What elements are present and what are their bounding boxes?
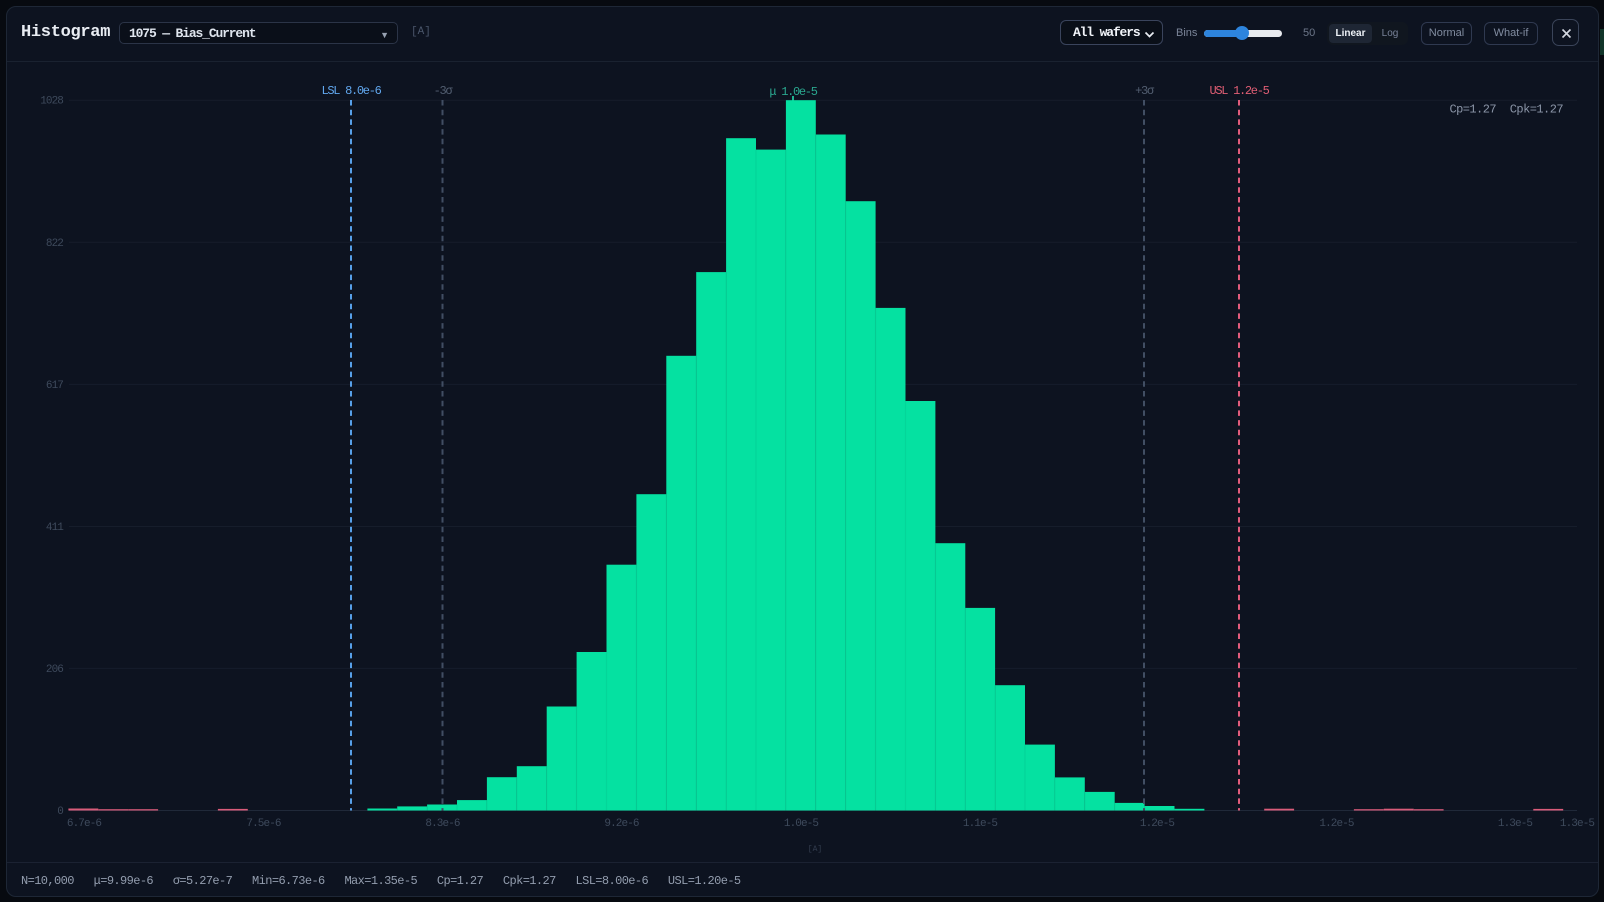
svg-text:μ 1.0e-5: μ 1.0e-5 [769,85,817,99]
svg-text:206: 206 [46,664,63,676]
svg-text:8.3e-6: 8.3e-6 [425,818,460,830]
svg-text:-3σ: -3σ [434,84,454,98]
svg-text:1.2e-5: 1.2e-5 [1319,818,1354,830]
svg-text:1.1e-5: 1.1e-5 [963,818,998,830]
svg-text:0: 0 [57,806,63,818]
svg-text:411: 411 [46,522,64,534]
svg-text:1028: 1028 [40,96,63,108]
svg-text:Cp=1.27: Cp=1.27 [1449,103,1496,117]
svg-text:1.3e-5: 1.3e-5 [1498,818,1533,830]
svg-text:6.7e-6: 6.7e-6 [67,818,102,830]
svg-text:Cpk=1.27: Cpk=1.27 [1510,103,1564,117]
svg-text:822: 822 [46,238,63,250]
svg-text:9.2e-6: 9.2e-6 [604,818,639,830]
svg-text:1.0e-5: 1.0e-5 [784,818,819,830]
svg-text:[A]: [A] [808,845,822,854]
svg-text:USL 1.2e-5: USL 1.2e-5 [1209,84,1269,98]
svg-text:1.2e-5: 1.2e-5 [1140,818,1175,830]
svg-text:7.5e-6: 7.5e-6 [246,818,281,830]
svg-text:617: 617 [46,380,63,392]
svg-text:LSL 8.0e-6: LSL 8.0e-6 [321,84,381,98]
svg-text:+3σ: +3σ [1135,84,1155,98]
svg-text:1.3e-5: 1.3e-5 [1560,818,1595,830]
